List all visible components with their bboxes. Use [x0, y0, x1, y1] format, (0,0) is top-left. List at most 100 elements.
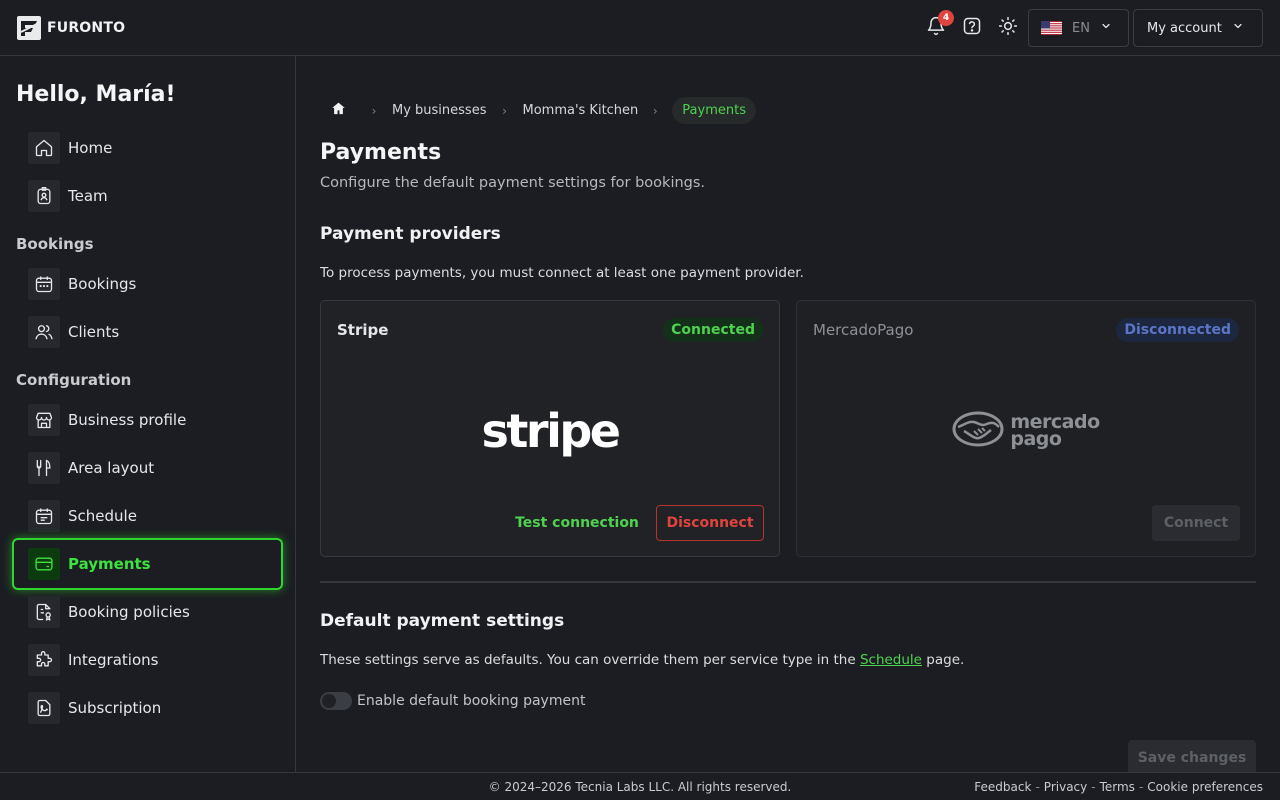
- description-text-end: page.: [922, 652, 965, 668]
- sidebar-item-team[interactable]: Team: [12, 170, 283, 222]
- description-text: These settings serve as defaults. You ca…: [320, 652, 860, 668]
- test-connection-button[interactable]: Test connection: [513, 506, 641, 540]
- footer-links: Feedback - Privacy - Terms - Cookie pref…: [974, 780, 1263, 794]
- notification-count-badge: 4: [938, 10, 954, 26]
- language-code: EN: [1072, 20, 1090, 36]
- payment-providers-heading: Payment providers: [320, 224, 501, 244]
- greeting-heading: Hello, María!: [16, 82, 176, 107]
- sidebar-item-label: Team: [68, 187, 108, 205]
- furonto-logo-icon: [17, 16, 41, 40]
- provider-name: Stripe: [337, 321, 389, 339]
- sidebar-item-booking-policies[interactable]: Booking policies: [12, 586, 283, 638]
- sidebar-item-area-layout[interactable]: Area layout: [12, 442, 283, 494]
- top-bar: FURONTO 4 EN My account: [0, 0, 1280, 56]
- sidebar-item-payments[interactable]: Payments: [12, 538, 283, 590]
- sidebar-item-clients[interactable]: Clients: [12, 306, 283, 358]
- sidebar-item-business-profile[interactable]: Business profile: [12, 394, 283, 446]
- sidebar-item-label: Home: [68, 139, 113, 157]
- home-icon: [28, 132, 60, 164]
- status-badge: Connected: [663, 318, 763, 342]
- breadcrumb-current: Payments: [672, 97, 756, 124]
- toggle-label: Enable default booking payment: [357, 693, 586, 709]
- page-title: Payments: [320, 140, 442, 165]
- badge-icon: [28, 180, 60, 212]
- breadcrumb-business[interactable]: Momma's Kitchen: [522, 103, 638, 118]
- mercadopago-wordmark: mercado pago: [1010, 413, 1100, 450]
- help-icon: [962, 16, 982, 40]
- puzzle-icon: [28, 644, 60, 676]
- mercadopago-provider-card: MercadoPago Disconnected mercado pago Co…: [796, 300, 1256, 557]
- schedule-link[interactable]: Schedule: [860, 652, 922, 668]
- sidebar-item-home[interactable]: Home: [12, 122, 283, 174]
- signature-icon: [28, 692, 60, 724]
- enable-booking-payment-toggle[interactable]: [320, 692, 352, 710]
- calendar-clock-icon: [28, 500, 60, 532]
- sidebar-item-bookings[interactable]: Bookings: [12, 258, 283, 310]
- credit-card-icon: [28, 548, 60, 580]
- sidebar-item-integrations[interactable]: Integrations: [12, 634, 283, 686]
- help-button[interactable]: [960, 16, 984, 40]
- mercadopago-wordmark-line2: pago: [1010, 428, 1062, 450]
- privacy-link[interactable]: Privacy: [1044, 780, 1087, 794]
- chevron-right-icon: ›: [502, 103, 507, 118]
- sidebar-item-label: Booking policies: [68, 603, 190, 621]
- stripe-logo-text: stripe: [481, 404, 621, 458]
- stripe-logo: stripe: [321, 401, 779, 461]
- chevron-down-icon: [1100, 20, 1112, 36]
- separator: -: [1035, 780, 1040, 794]
- sidebar-item-label: Business profile: [68, 411, 187, 429]
- sidebar-item-subscription[interactable]: Subscription: [12, 682, 283, 734]
- stripe-provider-card: Stripe Connected stripe Test connection …: [320, 300, 780, 557]
- sidebar: Hello, María! Home Team Bookings Booking…: [0, 56, 296, 772]
- separator: -: [1138, 780, 1144, 794]
- mercadopago-logo: mercado pago: [797, 401, 1255, 461]
- breadcrumb-home[interactable]: [320, 96, 356, 125]
- connect-button[interactable]: Connect: [1152, 505, 1240, 541]
- home-icon: [331, 101, 346, 120]
- theme-toggle-button[interactable]: [996, 16, 1020, 40]
- terms-link[interactable]: Terms: [1100, 780, 1135, 794]
- chevron-down-icon: [1232, 20, 1244, 36]
- sidebar-item-label: Area layout: [68, 459, 155, 477]
- section-heading-bookings: Bookings: [16, 235, 94, 253]
- toggle-knob: [322, 694, 336, 708]
- footer: © 2024–2026 Tecnia Labs LLC. All rights …: [0, 772, 1280, 800]
- sidebar-item-label: Clients: [68, 323, 120, 341]
- payment-providers-description: To process payments, you must connect at…: [320, 265, 804, 281]
- provider-name: MercadoPago: [813, 321, 914, 339]
- separator: -: [1091, 780, 1096, 794]
- brand-logo[interactable]: FURONTO: [17, 16, 125, 40]
- chevron-right-icon: ›: [371, 103, 377, 118]
- notifications-button[interactable]: 4: [924, 10, 954, 40]
- brand-name: FURONTO: [47, 20, 126, 36]
- cookie-preferences-link[interactable]: Cookie preferences: [1147, 780, 1263, 794]
- users-icon: [28, 316, 60, 348]
- default-payment-settings-heading: Default payment settings: [320, 611, 565, 631]
- sidebar-item-label: Bookings: [68, 275, 137, 293]
- sidebar-item-label: Payments: [68, 555, 151, 573]
- breadcrumb-my-businesses[interactable]: My businesses: [392, 103, 486, 118]
- my-account-menu[interactable]: My account: [1133, 9, 1263, 47]
- sidebar-item-label: Schedule: [68, 507, 137, 525]
- default-settings-description: These settings serve as defaults. You ca…: [320, 652, 964, 668]
- file-policy-icon: [28, 596, 60, 628]
- disconnect-button[interactable]: Disconnect: [656, 505, 764, 541]
- us-flag-icon: [1041, 21, 1062, 35]
- section-heading-configuration: Configuration: [16, 371, 132, 389]
- sun-icon: [998, 16, 1018, 40]
- account-label: My account: [1147, 20, 1222, 36]
- feedback-link[interactable]: Feedback: [974, 780, 1031, 794]
- language-selector[interactable]: EN: [1028, 9, 1129, 47]
- save-changes-button[interactable]: Save changes: [1128, 740, 1256, 776]
- sidebar-item-label: Subscription: [68, 699, 162, 717]
- main-content: › My businesses › Momma's Kitchen › Paym…: [296, 56, 1280, 776]
- utensils-icon: [28, 452, 60, 484]
- section-divider: [320, 581, 1256, 583]
- sidebar-item-schedule[interactable]: Schedule: [12, 490, 283, 542]
- page-subtitle: Configure the default payment settings f…: [320, 175, 706, 191]
- sidebar-item-label: Integrations: [68, 651, 159, 669]
- store-icon: [28, 404, 60, 436]
- status-badge: Disconnected: [1116, 318, 1239, 342]
- enable-booking-payment-row: Enable default booking payment: [320, 692, 585, 710]
- handshake-icon: [952, 411, 1004, 451]
